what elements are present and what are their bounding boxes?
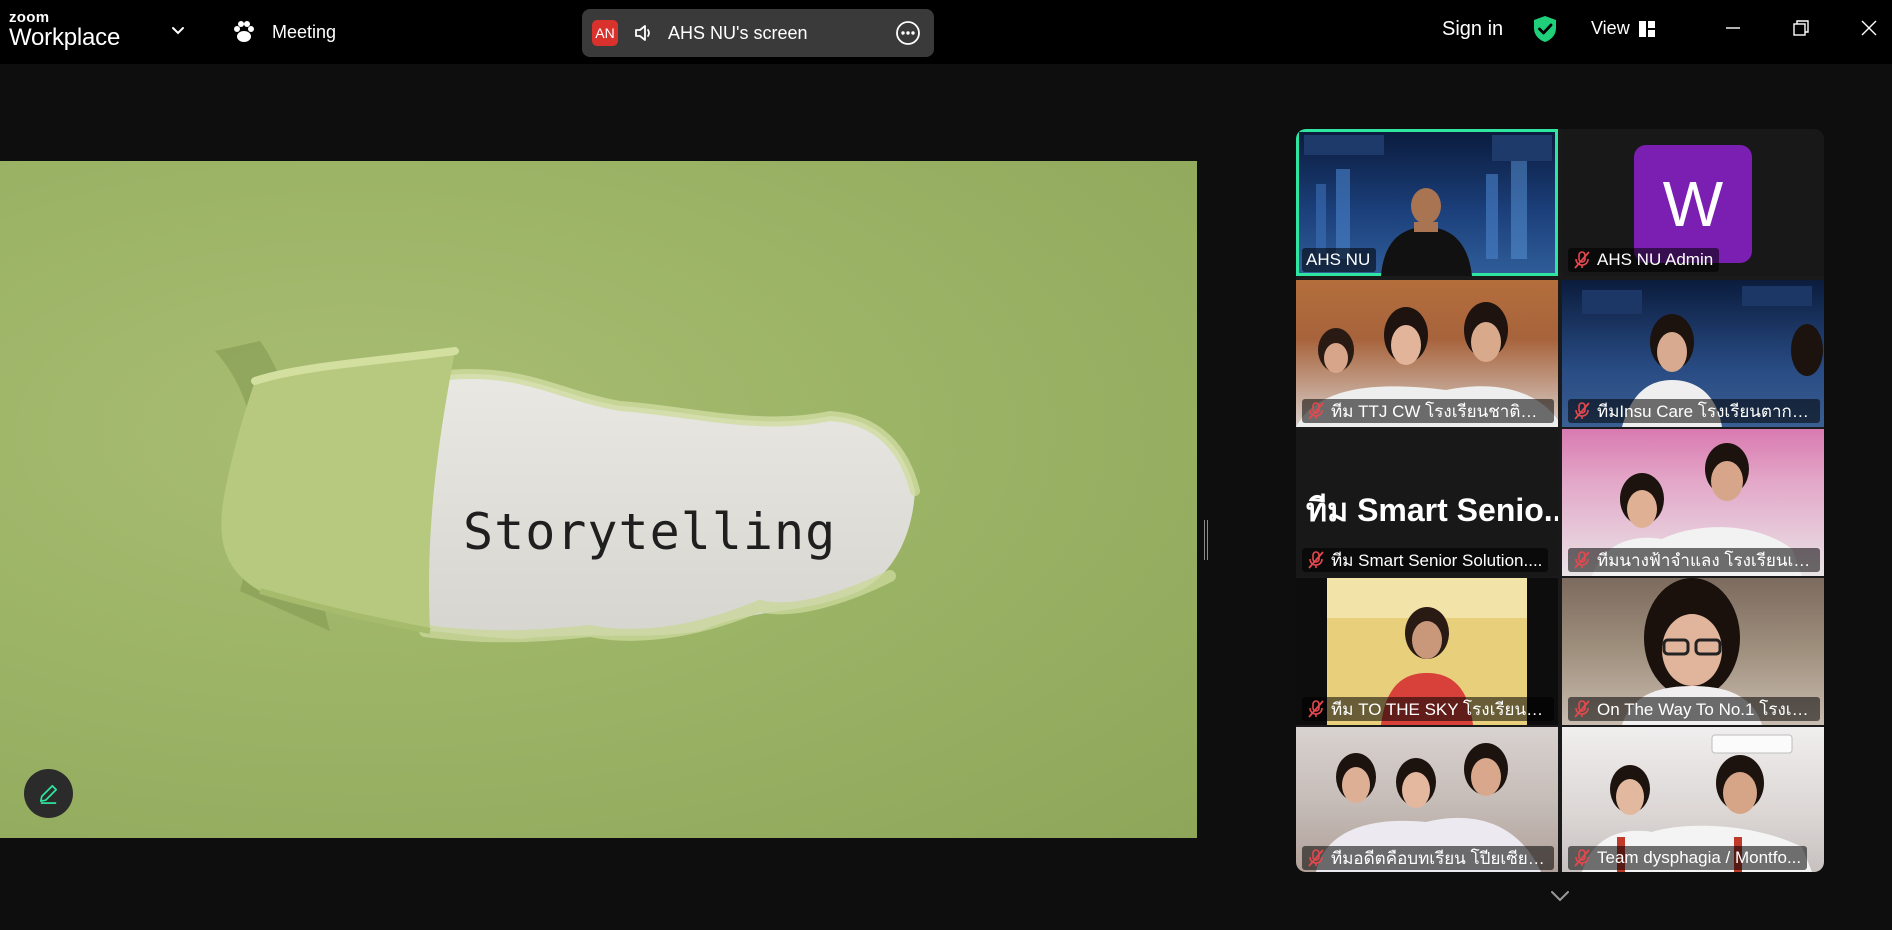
view-button[interactable]: View: [1591, 18, 1656, 39]
participant-name: ทีมInsu Care โรงเรียนตากพิ...: [1597, 401, 1814, 421]
muted-mic-icon: [1308, 402, 1324, 420]
title-bar: zoom Workplace Meeting AN AHS NU's scree…: [0, 0, 1892, 64]
muted-mic-icon: [1308, 700, 1324, 718]
participant-tile[interactable]: Team dysphagia / Montfo...: [1562, 727, 1824, 872]
torn-paper-illustration: [215, 341, 920, 643]
chevron-down-icon[interactable]: [168, 20, 188, 40]
slide-title: Storytelling: [463, 503, 837, 561]
security-shield-icon[interactable]: [1531, 14, 1559, 44]
participant-tile[interactable]: AHS NU: [1296, 129, 1558, 276]
meeting-menu[interactable]: Meeting: [230, 18, 336, 46]
muted-mic-icon: [1574, 700, 1590, 718]
participant-name-tag: ทีมInsu Care โรงเรียนตากพิ...: [1568, 399, 1820, 423]
participant-avatar: W: [1634, 145, 1752, 263]
muted-mic-icon: [1574, 402, 1590, 420]
speaker-icon[interactable]: [632, 21, 656, 45]
shared-screen: Storytelling: [0, 161, 1197, 838]
logo-brand-top: zoom: [9, 9, 50, 26]
participant-tile[interactable]: ทีมอดีตคือบทเรียน โปียเซียนคี...: [1296, 727, 1558, 872]
participant-name: AHS NU: [1306, 250, 1371, 269]
participant-name: ทีม Smart Senior Solution....: [1331, 550, 1543, 570]
participant-name: ทีมอดีตคือบทเรียน โปียเซียนคี...: [1331, 848, 1548, 868]
participant-name-tag: ทีมอดีตคือบทเรียน โปียเซียนคี...: [1302, 846, 1554, 870]
muted-mic-icon: [1308, 551, 1324, 569]
annotate-button[interactable]: [24, 769, 73, 818]
share-label: AHS NU's screen: [668, 23, 808, 43]
participant-name-tag: ทีม TTJ CW โรงเรียนชาติตระ...: [1302, 399, 1554, 423]
participant-tile[interactable]: ทีม TTJ CW โรงเรียนชาติตระ...: [1296, 280, 1558, 427]
participant-name: AHS NU Admin: [1597, 250, 1714, 269]
meeting-label: Meeting: [272, 21, 337, 42]
participant-name-tag: Team dysphagia / Montfo...: [1568, 846, 1808, 870]
participant-name: Team dysphagia / Montfo...: [1597, 848, 1802, 867]
view-label: View: [1591, 18, 1630, 38]
muted-mic-icon: [1574, 251, 1590, 269]
participant-tile[interactable]: W AHS NU Admin: [1562, 129, 1824, 276]
split-view-handle[interactable]: [1204, 520, 1208, 560]
participant-name-tag: ทีมนางฟ้าจำแลง โรงเรียนเตรีย...: [1568, 548, 1820, 572]
more-options-icon[interactable]: [895, 20, 921, 46]
screen-share-indicator[interactable]: AN AHS NU's screen: [582, 9, 934, 57]
participant-name-tag: On The Way To No.1 โรงเรี...: [1568, 697, 1820, 721]
participant-tile[interactable]: ทีม Smart Senio... ทีม Smart Senior Solu…: [1296, 429, 1558, 576]
participant-tile[interactable]: ทีมนางฟ้าจำแลง โรงเรียนเตรีย...: [1562, 429, 1824, 576]
participant-name: ทีม TO THE SKY โรงเรียนเพ...: [1331, 699, 1548, 719]
participant-name-tag: AHS NU Admin: [1568, 248, 1720, 272]
participant-tile[interactable]: ทีม TO THE SKY โรงเรียนเพ...: [1296, 578, 1558, 725]
participant-tile[interactable]: On The Way To No.1 โรงเรี...: [1562, 578, 1824, 725]
zoom-workplace-logo: zoom Workplace: [9, 10, 120, 50]
minimize-icon[interactable]: [1721, 16, 1745, 40]
muted-mic-icon: [1574, 551, 1590, 569]
participant-gallery: AHS NU W AHS NU Admin ทีม TTJ CW โรงเรีย…: [1296, 129, 1824, 872]
chevron-down-icon[interactable]: [1548, 887, 1572, 905]
participant-display-name: ทีม Smart Senio...: [1306, 492, 1558, 528]
participant-name-tag: AHS NU: [1302, 248, 1377, 272]
muted-mic-icon: [1574, 849, 1590, 867]
layout-grid-icon: [1638, 20, 1655, 37]
participant-name: ทีมนางฟ้าจำแลง โรงเรียนเตรีย...: [1597, 550, 1814, 570]
sign-in-button[interactable]: Sign in: [1442, 18, 1503, 41]
participant-name: ทีม TTJ CW โรงเรียนชาติตระ...: [1331, 401, 1548, 421]
pencil-icon: [39, 784, 58, 804]
muted-mic-icon: [1308, 849, 1324, 867]
meeting-paw-icon: [234, 21, 254, 42]
close-icon[interactable]: [1857, 16, 1881, 40]
participant-tile[interactable]: ทีมInsu Care โรงเรียนตากพิ...: [1562, 280, 1824, 427]
participant-name: On The Way To No.1 โรงเรี...: [1597, 699, 1814, 719]
participant-name-tag: ทีม TO THE SKY โรงเรียนเพ...: [1302, 697, 1554, 721]
restore-icon[interactable]: [1789, 16, 1813, 40]
presenter-avatar: AN: [592, 20, 618, 46]
participant-name-tag: ทีม Smart Senior Solution....: [1302, 548, 1549, 572]
logo-brand-name: Workplace: [9, 24, 121, 51]
